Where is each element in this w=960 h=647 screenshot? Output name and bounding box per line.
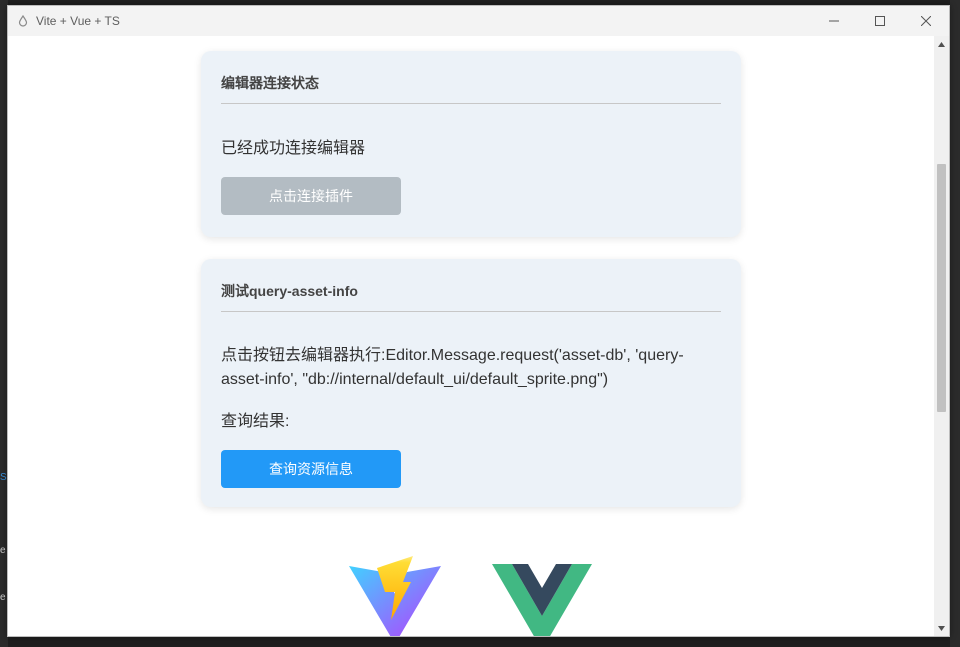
app-icon <box>16 14 30 28</box>
query-asset-card: 测试query-asset-info 点击按钮去编辑器执行:Editor.Mes… <box>201 259 741 507</box>
query-asset-button[interactable]: 查询资源信息 <box>221 450 401 488</box>
close-icon <box>921 16 931 26</box>
result-label: 查询结果: <box>221 413 290 430</box>
scroll-thumb[interactable] <box>937 164 946 412</box>
vue-logo[interactable] <box>492 564 592 636</box>
close-button[interactable] <box>903 6 949 36</box>
maximize-icon <box>875 16 885 26</box>
maximize-button[interactable] <box>857 6 903 36</box>
connect-plugin-button[interactable]: 点击连接插件 <box>221 177 401 215</box>
card-title: 编辑器连接状态 <box>221 51 721 104</box>
background-text-fragment: e <box>0 545 6 556</box>
vite-logo[interactable] <box>347 554 443 636</box>
logo-row <box>8 554 934 636</box>
background-app-strip-right <box>950 0 960 647</box>
scroll-down-arrow[interactable] <box>934 620 949 636</box>
triangle-down-icon <box>938 625 945 631</box>
vertical-scrollbar[interactable] <box>934 36 949 636</box>
title-bar[interactable]: Vite + Vue + TS <box>8 6 949 36</box>
browser-window: Vite + Vue + TS 编辑器连接状态 已经成功连接编辑器 点击连接插件… <box>7 5 950 637</box>
triangle-up-icon <box>938 41 945 47</box>
connection-status-text: 已经成功连接编辑器 <box>221 140 366 157</box>
card-title: 测试query-asset-info <box>221 259 721 312</box>
scroll-up-arrow[interactable] <box>934 36 949 52</box>
page-content: 编辑器连接状态 已经成功连接编辑器 点击连接插件 测试query-asset-i… <box>8 36 934 636</box>
window-controls <box>811 6 949 36</box>
request-description: 点击按钮去编辑器执行:Editor.Message.request('asset… <box>221 347 684 388</box>
window-title: Vite + Vue + TS <box>36 14 120 28</box>
minimize-button[interactable] <box>811 6 857 36</box>
minimize-icon <box>829 20 839 22</box>
connection-status-card: 编辑器连接状态 已经成功连接编辑器 点击连接插件 <box>201 51 741 237</box>
background-text-fragment: S <box>0 472 7 483</box>
background-text-fragment: e <box>0 592 6 603</box>
